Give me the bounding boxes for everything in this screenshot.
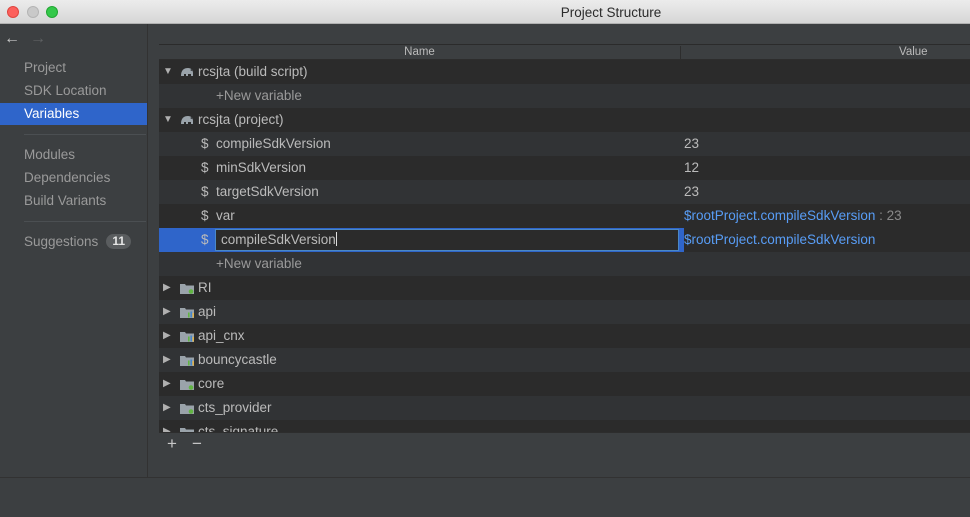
library-folder-icon (180, 308, 194, 318)
table-row[interactable]: ▶ cts_provider (159, 396, 970, 420)
sidebar: ← → Project SDK Location Variables Module… (0, 24, 148, 477)
variable-name: targetSdkVersion (216, 184, 319, 199)
table-row[interactable]: ▶ api_cnx (159, 324, 970, 348)
add-variable-button[interactable]: + (167, 435, 177, 453)
module-label: api (198, 304, 217, 319)
library-folder-icon (180, 332, 194, 342)
sidebar-item-suggestions[interactable]: Suggestions 11 (0, 231, 147, 253)
window-title: Project Structure (560, 5, 662, 20)
forward-arrow-icon[interactable]: → (30, 30, 46, 47)
table-header: Name Value (159, 45, 970, 60)
table-row[interactable]: $ var $rootProject.compileSdkVersion : 2… (159, 204, 970, 228)
gradle-elephant-icon (181, 68, 193, 76)
table-row[interactable]: ▶ RI (159, 276, 970, 300)
table-body: ▼ rcsjta (build script) +New variable ▼ … (159, 60, 970, 433)
title-bar: Project Structure (0, 0, 970, 24)
sidebar-divider (24, 221, 146, 222)
variables-table: Name Value ▼ rcsjta (build script) +New … (159, 44, 970, 433)
variable-name: var (216, 208, 235, 223)
sidebar-item-modules[interactable]: Modules (0, 144, 147, 166)
variable-name-input[interactable]: compileSdkVersion (215, 229, 679, 251)
dollar-variable-icon: $ (201, 160, 209, 175)
table-row[interactable]: ▶ core (159, 372, 970, 396)
table-row[interactable]: ▼ rcsjta (build script) (159, 60, 970, 84)
sidebar-divider (24, 134, 146, 135)
variable-value[interactable]: 23 (684, 132, 699, 156)
expanded-arrow-icon[interactable]: ▼ (163, 60, 173, 84)
collapsed-arrow-icon[interactable]: ▶ (163, 372, 171, 396)
module-label: RI (198, 280, 212, 295)
suggestions-count-badge: 11 (106, 234, 131, 249)
column-header-value[interactable]: Value (899, 46, 928, 58)
variable-name: minSdkVersion (216, 160, 307, 175)
column-header-name[interactable]: Name (159, 46, 681, 60)
group-label: rcsjta (build script) (198, 64, 308, 79)
collapsed-arrow-icon[interactable]: ▶ (163, 324, 171, 348)
collapsed-arrow-icon[interactable]: ▶ (163, 300, 171, 324)
sidebar-item-variables[interactable]: Variables (0, 103, 147, 125)
new-variable-link[interactable]: +New variable (216, 84, 302, 108)
dollar-variable-icon: $ (201, 184, 209, 199)
text-caret (335, 232, 337, 246)
main-panel: Name Value ▼ rcsjta (build script) +New … (148, 24, 970, 477)
bottom-bar (0, 477, 970, 517)
module-label: core (198, 376, 225, 391)
variable-value[interactable]: $rootProject.compileSdkVersion (684, 228, 970, 252)
module-folder-icon (180, 404, 194, 414)
module-folder-icon (180, 284, 194, 294)
table-row[interactable]: $ minSdkVersion 12 (159, 156, 970, 180)
variable-value[interactable]: $rootProject.compileSdkVersion : 23 (684, 204, 902, 228)
module-label: bouncycastle (198, 352, 277, 367)
variable-reference-link[interactable]: $rootProject.compileSdkVersion (684, 232, 875, 247)
table-row[interactable]: +New variable (159, 84, 970, 108)
variable-name-input-text: compileSdkVersion (221, 232, 336, 247)
variable-name: compileSdkVersion (216, 136, 331, 151)
table-row[interactable]: ▶ api (159, 300, 970, 324)
variable-value[interactable]: 12 (684, 156, 699, 180)
dollar-variable-icon: $ (201, 208, 209, 223)
variable-value[interactable]: 23 (684, 180, 699, 204)
dollar-variable-icon: $ (201, 232, 209, 247)
back-arrow-icon[interactable]: ← (4, 30, 20, 47)
table-toolbar: + − (159, 432, 970, 456)
sidebar-item-build-variants[interactable]: Build Variants (0, 190, 147, 212)
table-row[interactable]: $ targetSdkVersion 23 (159, 180, 970, 204)
collapsed-arrow-icon[interactable]: ▶ (163, 276, 171, 300)
sidebar-item-dependencies[interactable]: Dependencies (0, 167, 147, 189)
table-row[interactable]: +New variable (159, 252, 970, 276)
dollar-variable-icon: $ (201, 136, 209, 151)
variable-reference-link[interactable]: $rootProject.compileSdkVersion (684, 208, 875, 223)
remove-variable-button[interactable]: − (192, 435, 202, 453)
module-label: cts_provider (198, 400, 272, 415)
nav-arrows: ← → (4, 30, 46, 48)
table-row[interactable]: ▶ bouncycastle (159, 348, 970, 372)
group-label: rcsjta (project) (198, 112, 284, 127)
new-variable-link[interactable]: +New variable (216, 252, 302, 276)
collapsed-arrow-icon[interactable]: ▶ (163, 348, 171, 372)
sidebar-item-project[interactable]: Project (0, 57, 147, 79)
module-folder-icon (180, 380, 194, 390)
table-row[interactable]: ▼ rcsjta (project) (159, 108, 970, 132)
expanded-arrow-icon[interactable]: ▼ (163, 108, 173, 132)
module-label: api_cnx (198, 328, 245, 343)
table-row[interactable]: $ compileSdkVersion 23 (159, 132, 970, 156)
gradle-elephant-icon (181, 116, 193, 124)
sidebar-item-label: Suggestions (24, 234, 99, 249)
sidebar-item-sdk-location[interactable]: SDK Location (0, 80, 147, 102)
library-folder-icon (180, 356, 194, 366)
collapsed-arrow-icon[interactable]: ▶ (163, 396, 171, 420)
resolved-value: : 23 (875, 208, 902, 223)
table-row-selected[interactable]: $ compileSdkVersion $rootProject.compile… (159, 228, 970, 252)
